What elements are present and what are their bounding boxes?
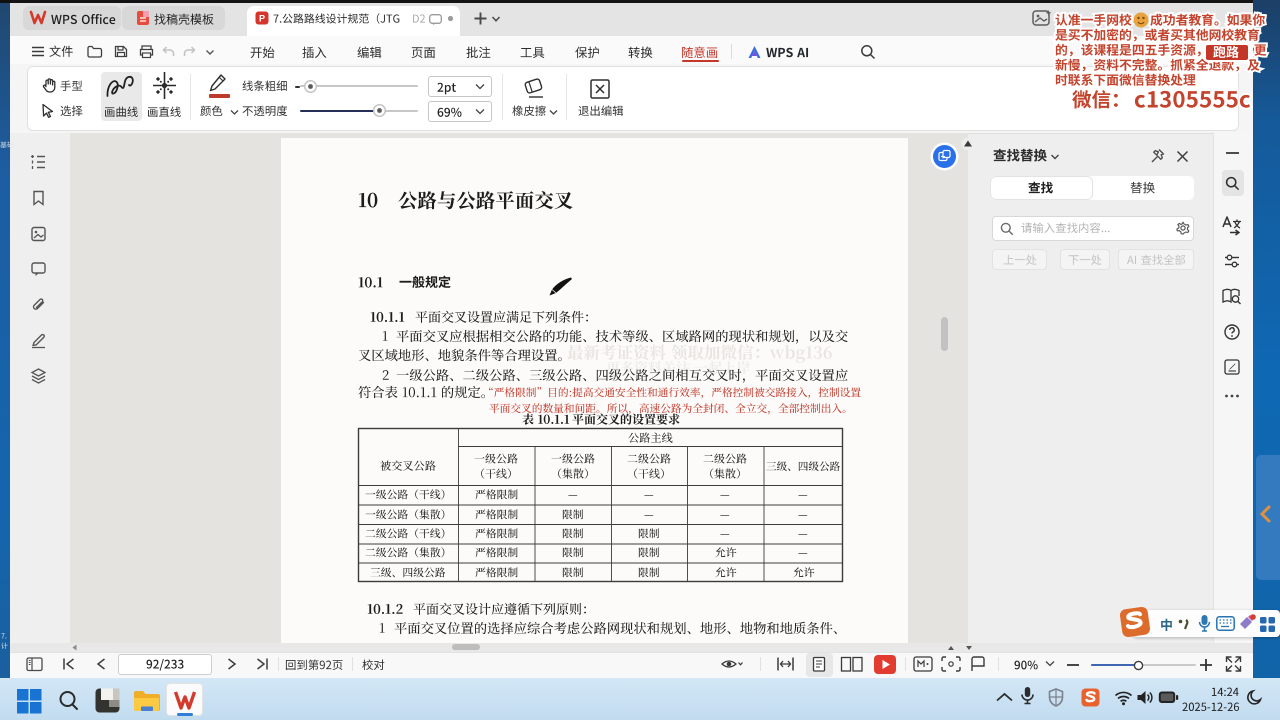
svg-text:P: P [259,14,265,24]
